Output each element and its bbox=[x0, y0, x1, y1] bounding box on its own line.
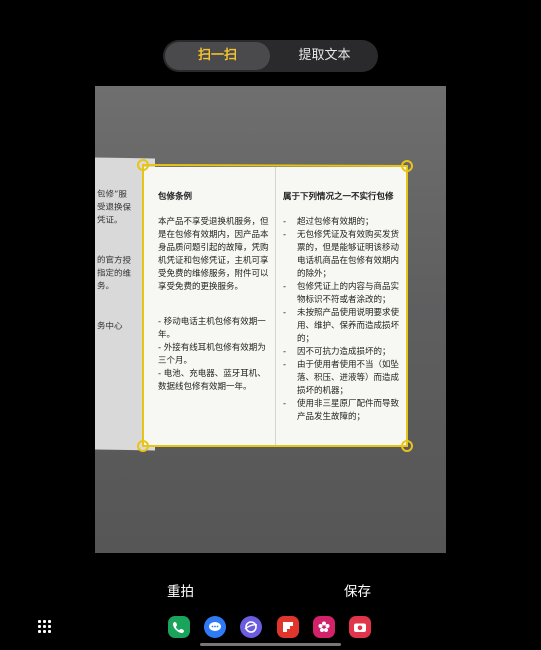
tab-scan[interactable]: 扫一扫 bbox=[165, 42, 270, 70]
bg-doc-line: 指定的维 bbox=[97, 268, 132, 280]
bg-doc-line: 受退换保 bbox=[97, 202, 132, 214]
retake-button[interactable]: 重拍 bbox=[167, 581, 194, 603]
camera-preview: 包修”服 受退换保 凭证。 的官方授 指定的维 务。 务中心 包修条例 本产品不… bbox=[95, 86, 446, 553]
mode-switch: 扫一扫 提取文本 bbox=[163, 40, 378, 72]
right-list-item: - 包修凭证上的内容与商品实物标识不符或者涂改的； bbox=[283, 281, 403, 307]
bg-doc-line: 务中心 bbox=[97, 321, 123, 332]
bg-doc-line: 包修”服 bbox=[97, 189, 127, 201]
left-list-item: - 移动电话主机包修有效期一年。 bbox=[158, 317, 266, 340]
right-list-text: 无包修凭证及有效购买发货票的，但是能够证明该移动电话机商品在包修有效期内的除外； bbox=[297, 230, 400, 279]
right-list-item: - 使用非三星原厂配件而导致产品发生故障的； bbox=[283, 398, 403, 424]
home-indicator[interactable] bbox=[200, 643, 341, 646]
gallery-icon[interactable] bbox=[313, 616, 335, 638]
save-button[interactable]: 保存 bbox=[344, 581, 371, 603]
document-right-column: 属于下列情况之一不实行包修 - 超过包修有效期的； - 无包修凭证及有效购买发货票的… bbox=[283, 191, 403, 424]
right-list-text: 使用非三星原厂配件而导致产品发生故障的； bbox=[297, 399, 400, 422]
right-list-item: - 超过包修有效期的； bbox=[283, 217, 374, 227]
messages-icon[interactable] bbox=[204, 616, 226, 638]
right-list-text: 由于使用者使用不当（如坠落、积压、进液等）而造成损坏的机器； bbox=[297, 360, 400, 396]
document-left-column: 包修条例 本产品不享受退换机服务，但是在包修有效期内，因产品本身品质问题引起的故… bbox=[158, 191, 270, 394]
right-list-text: 未按照产品使用说明要求使用、维护、保养而造成损坏的； bbox=[297, 308, 400, 344]
internet-icon[interactable] bbox=[240, 616, 262, 638]
phone-icon[interactable] bbox=[168, 616, 190, 638]
right-list-text: 超过包修有效期的； bbox=[297, 217, 374, 227]
apps-grid-icon[interactable] bbox=[38, 620, 52, 634]
right-list-text: 因不可抗力造成损坏的； bbox=[297, 347, 391, 357]
right-list-item: - 未按照产品使用说明要求使用、维护、保养而造成损坏的； bbox=[283, 307, 403, 346]
fold-line bbox=[275, 167, 276, 447]
right-list-item: - 因不可抗力造成损坏的； bbox=[283, 347, 391, 357]
left-list-item: - 电池、充电器、蓝牙耳机、数据线包修有效期一年。 bbox=[158, 369, 266, 392]
flipboard-icon[interactable] bbox=[277, 616, 299, 638]
bg-doc-line: 务。 bbox=[97, 281, 115, 292]
right-title: 属于下列情况之一不实行包修 bbox=[283, 192, 394, 202]
right-list-item: - 由于使用者使用不当（如坠落、积压、进液等）而造成损坏的机器； bbox=[283, 359, 403, 398]
bg-doc-line: 的官方授 bbox=[97, 255, 132, 267]
right-list-item: - 无包修凭证及有效购买发货票的，但是能够证明该移动电话机商品在包修有效期内的除外… bbox=[283, 229, 403, 281]
left-paragraph: 本产品不享受退换机服务，但是在包修有效期内，因产品本身品质问题引起的故障，凭购机… bbox=[158, 217, 269, 292]
scanned-document: 包修条例 本产品不享受退换机服务，但是在包修有效期内，因产品本身品质问题引起的故… bbox=[144, 167, 407, 447]
bg-doc-line: 凭证。 bbox=[97, 215, 123, 226]
camera-icon[interactable] bbox=[349, 616, 371, 638]
left-title: 包修条例 bbox=[158, 192, 193, 202]
left-list-item: - 外接有线耳机包修有效期为三个月。 bbox=[158, 343, 266, 366]
tab-extract-text[interactable]: 提取文本 bbox=[273, 42, 376, 70]
right-list-text: 包修凭证上的内容与商品实物标识不符或者涂改的； bbox=[297, 282, 400, 305]
